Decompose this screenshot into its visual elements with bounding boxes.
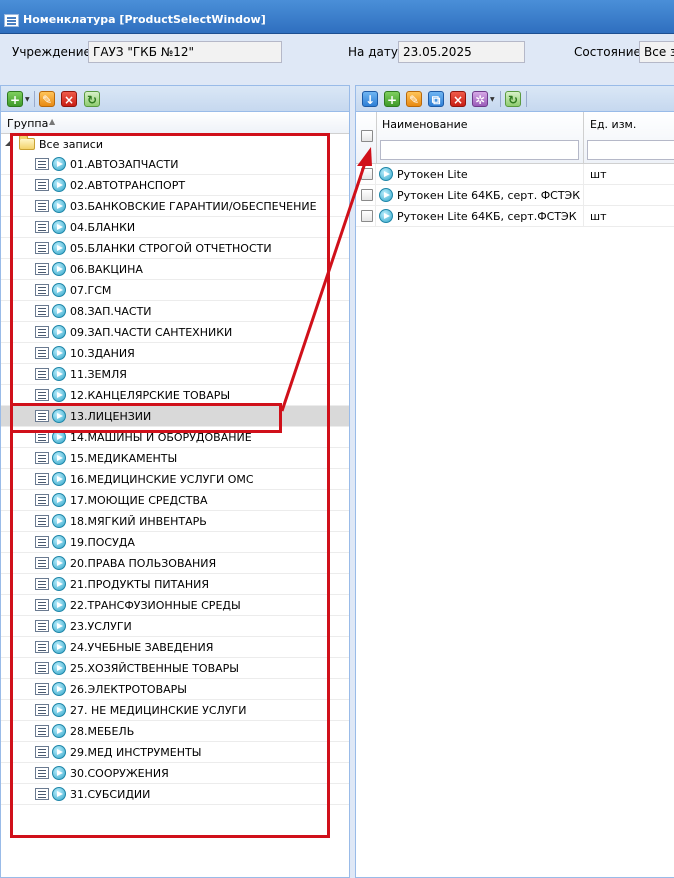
add-icon[interactable]: +	[384, 91, 400, 107]
refresh-icon[interactable]: ↻	[84, 91, 100, 107]
institution-field[interactable]: ГАУЗ "ГКБ №12"	[88, 41, 282, 63]
column-divider	[376, 112, 377, 164]
annotation-selected-box	[10, 403, 282, 433]
product-toolbar: ↓ + ✎ ⧉ × ✲ ▼ ↻	[356, 86, 674, 112]
toolbar-divider	[526, 91, 527, 107]
product-unit: шт	[590, 210, 607, 223]
column-divider	[375, 164, 376, 185]
sort-asc-icon: ▲	[49, 117, 56, 126]
row-checkbox[interactable]	[361, 168, 373, 180]
date-field[interactable]: 23.05.2025	[398, 41, 525, 63]
product-name: Рутокен Lite 64КБ, серт. ФСТЭК	[397, 189, 581, 202]
state-label: Состояние:	[574, 45, 645, 59]
toolbar-divider	[500, 91, 501, 107]
play-icon[interactable]	[379, 167, 393, 181]
unit-column-header[interactable]: Ед. изм.	[590, 118, 636, 131]
settings-dropdown-icon[interactable]: ▼	[490, 96, 495, 103]
column-divider	[583, 164, 584, 185]
column-divider	[583, 185, 584, 206]
product-name: Рутокен Lite 64КБ, серт.ФСТЭК	[397, 210, 577, 223]
grid-header: Наименование Ед. изм.	[356, 112, 674, 164]
gear-icon[interactable]: ✲	[472, 91, 488, 107]
play-icon[interactable]	[379, 188, 393, 202]
product-unit: шт	[590, 168, 607, 181]
filter-header: Учреждение: ГАУЗ "ГКБ №12" На дату: 23.0…	[0, 34, 674, 84]
table-row[interactable]: Рутокен Lite 64КБ, серт. ФСТЭК	[356, 185, 674, 206]
add-icon[interactable]: +	[7, 91, 23, 107]
name-column-header[interactable]: Наименование	[382, 118, 467, 131]
table-row[interactable]: Рутокен Lite 64КБ, серт.ФСТЭК шт	[356, 206, 674, 227]
column-divider	[583, 206, 584, 227]
window-icon	[4, 14, 19, 27]
delete-icon[interactable]: ×	[450, 91, 466, 107]
delete-icon[interactable]: ×	[61, 91, 77, 107]
refresh-icon[interactable]: ↻	[505, 91, 521, 107]
row-checkbox[interactable]	[361, 189, 373, 201]
date-label: На дату:	[348, 45, 402, 59]
name-filter-input[interactable]	[380, 140, 579, 160]
select-all-checkbox[interactable]	[361, 130, 373, 142]
window-titlebar: Номенклатура [ProductSelectWindow]	[0, 0, 674, 34]
toolbar-divider	[34, 91, 35, 107]
column-divider[interactable]	[583, 112, 584, 164]
group-column-label: Группа	[7, 117, 49, 130]
product-grid-panel: ↓ + ✎ ⧉ × ✲ ▼ ↻ Наименование Ед. изм. Ру…	[355, 85, 674, 878]
copy-icon[interactable]: ⧉	[428, 91, 444, 107]
column-divider	[375, 206, 376, 227]
pencil-icon[interactable]: ✎	[39, 91, 55, 107]
product-rows: Рутокен Lite шт Рутокен Lite 64КБ, серт. Ф…	[356, 164, 674, 227]
institution-label: Учреждение:	[12, 45, 95, 59]
play-icon[interactable]	[379, 209, 393, 223]
table-row[interactable]: Рутокен Lite шт	[356, 164, 674, 185]
window-title: Номенклатура [ProductSelectWindow]	[23, 13, 266, 26]
row-checkbox[interactable]	[361, 210, 373, 222]
state-field[interactable]: Все з	[639, 41, 674, 63]
download-icon[interactable]: ↓	[362, 91, 378, 107]
add-dropdown-icon[interactable]: ▼	[25, 96, 30, 103]
pencil-icon[interactable]: ✎	[406, 91, 422, 107]
group-column-header[interactable]: Группа ▲	[1, 112, 349, 134]
column-divider	[375, 185, 376, 206]
group-toolbar: + ▼ ✎ × ↻	[1, 86, 349, 112]
unit-filter-input[interactable]	[587, 140, 674, 160]
product-name: Рутокен Lite	[397, 168, 468, 181]
annotation-group-box	[10, 133, 330, 838]
